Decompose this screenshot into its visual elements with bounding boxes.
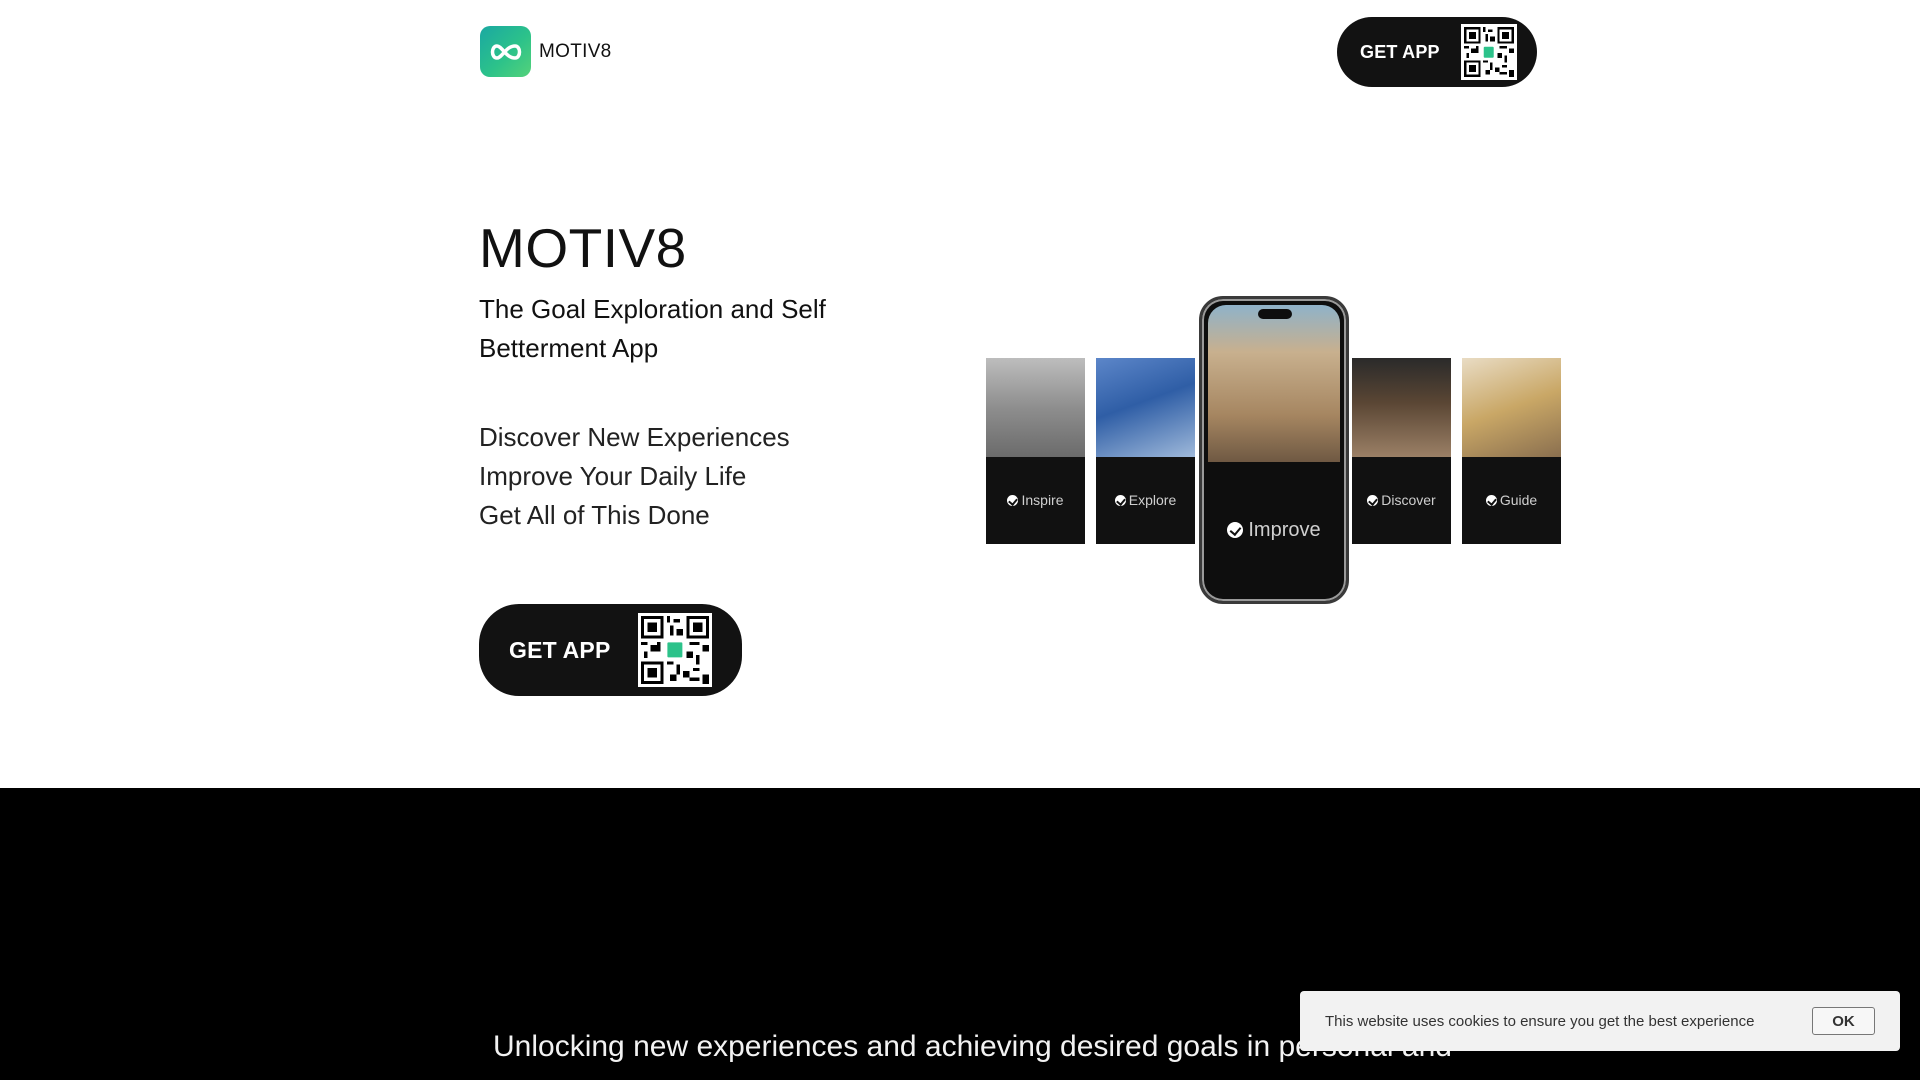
card-label: Guide	[1499, 492, 1538, 508]
card-label: Discover	[1381, 492, 1436, 508]
qr-code-icon	[1460, 24, 1517, 80]
card-photo	[1352, 358, 1451, 457]
qr-brand-badge	[664, 640, 685, 660]
phone-screen-photo	[1208, 305, 1340, 462]
feature-card-inspire: Inspire	[986, 358, 1085, 544]
card-label: Inspire	[1021, 492, 1064, 508]
check-icon	[1227, 522, 1244, 538]
hero-subtitle: The Goal Exploration and Self Betterment…	[479, 294, 826, 363]
hero-benefits: Discover New Experiences Improve Your Da…	[479, 418, 790, 535]
benefit-line: Improve Your Daily Life	[479, 461, 747, 491]
qr-code-icon	[637, 613, 712, 687]
phone-label: Improve	[1248, 519, 1321, 541]
card-photo	[1462, 358, 1561, 457]
feature-card-guide: Guide	[1462, 358, 1561, 544]
get-app-label: GET APP	[1360, 41, 1440, 62]
check-icon	[1114, 495, 1126, 506]
phone-mockup: Improve	[1199, 296, 1349, 604]
benefit-line: Get All of This Done	[479, 500, 710, 530]
cookie-ok-button[interactable]: OK	[1812, 1007, 1875, 1035]
phone-notch	[1258, 309, 1292, 319]
header-get-app-button[interactable]: GET APP	[1337, 17, 1537, 87]
brand-name: MOTIV8	[539, 40, 612, 62]
qr-brand-badge	[1481, 44, 1497, 60]
hero-title: MOTIV8	[479, 217, 687, 279]
benefit-line: Discover New Experiences	[479, 422, 790, 452]
get-app-label: GET APP	[509, 636, 611, 663]
check-icon	[1007, 495, 1019, 506]
card-photo	[1096, 358, 1195, 457]
cookie-banner: This website uses cookies to ensure you …	[1300, 991, 1900, 1051]
site-header: MOTIV8 GET APP	[0, 0, 1920, 105]
check-icon	[1367, 495, 1379, 506]
brand-logo[interactable]: MOTIV8	[480, 26, 612, 77]
hero-get-app-button[interactable]: GET APP	[479, 604, 742, 696]
feature-card-explore: Explore	[1096, 358, 1195, 544]
card-label: Explore	[1128, 492, 1177, 508]
infinity-logo-icon	[480, 26, 531, 77]
app-showcase: Inspire Explore Improve Discover Guide	[986, 296, 1562, 606]
card-photo	[986, 358, 1085, 457]
check-icon	[1485, 495, 1497, 506]
feature-card-discover: Discover	[1352, 358, 1451, 544]
cookie-message: This website uses cookies to ensure you …	[1325, 1012, 1755, 1030]
